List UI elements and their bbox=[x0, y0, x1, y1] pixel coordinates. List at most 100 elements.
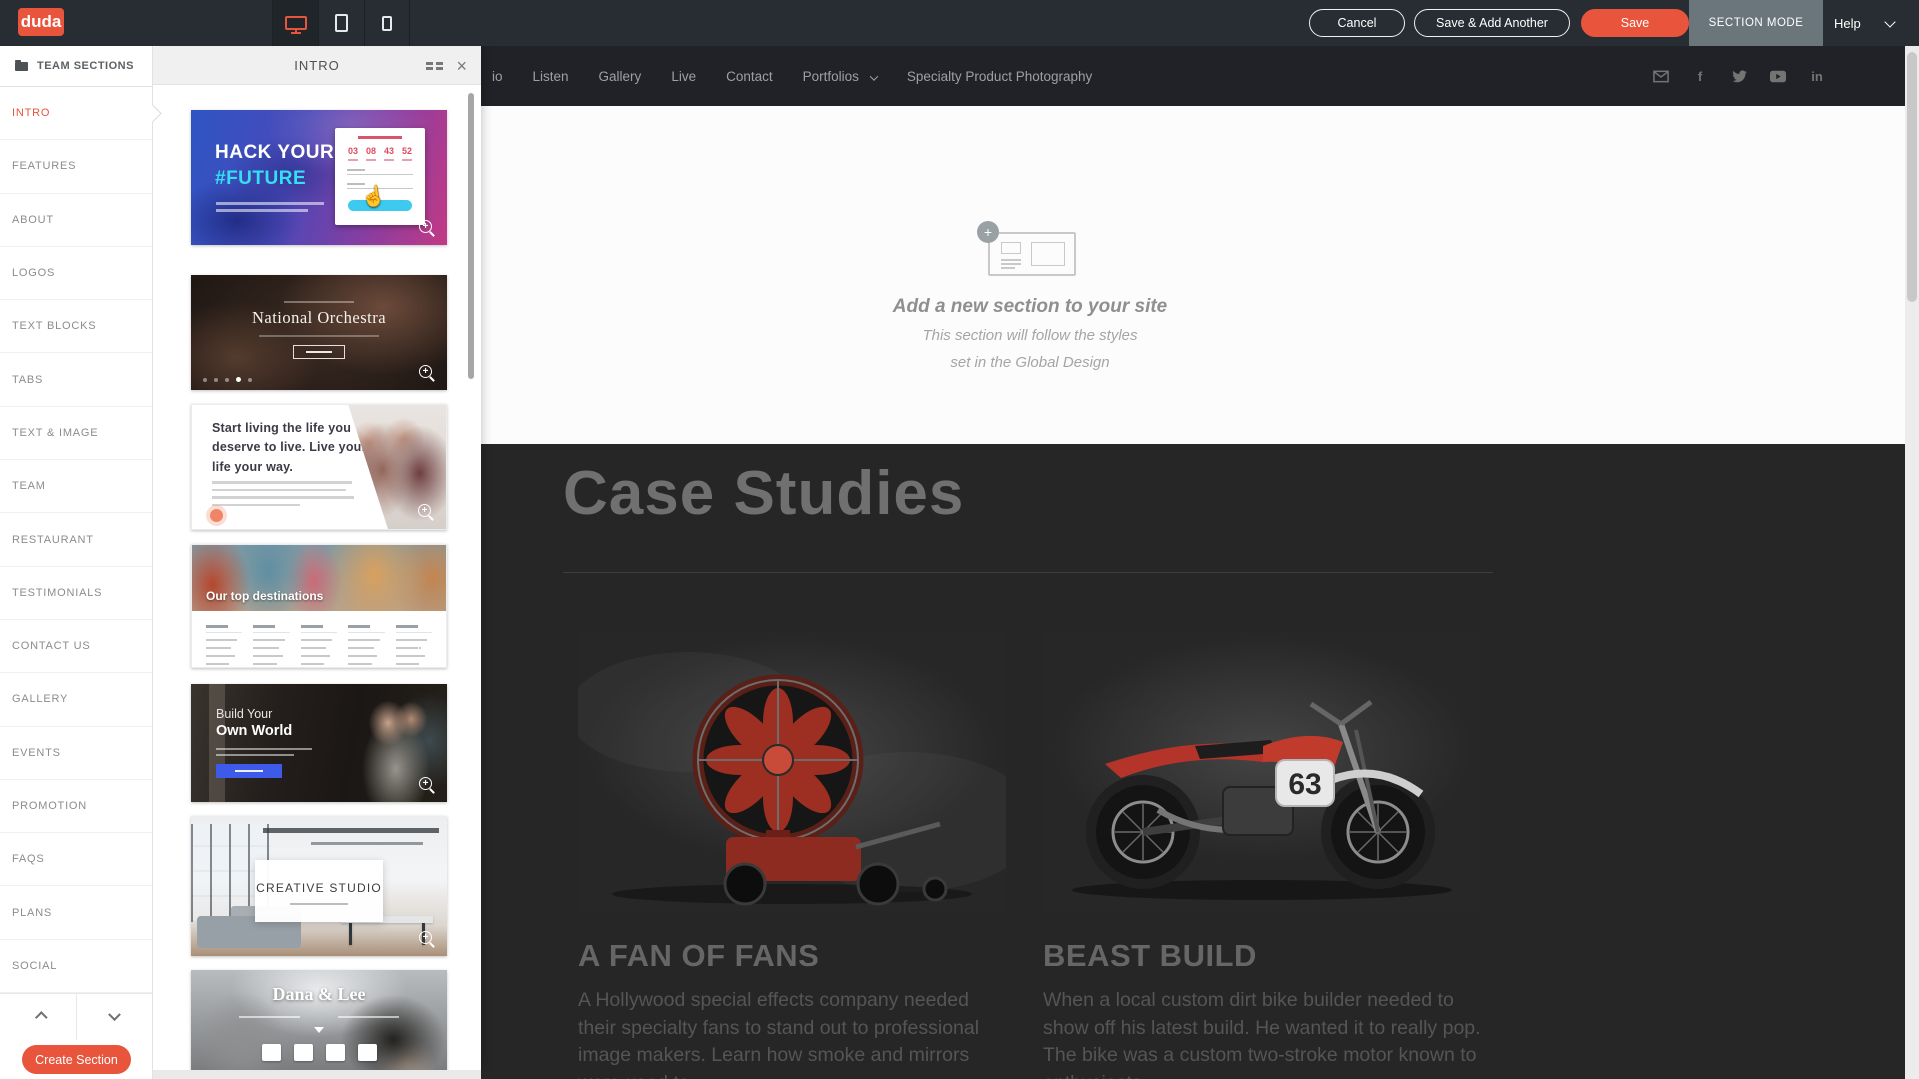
panel-scrollbar[interactable] bbox=[468, 93, 474, 379]
thumb-countdown-card: 03 08 43 52 bbox=[335, 128, 425, 225]
case-studies-heading: Case Studies bbox=[563, 460, 964, 528]
fan-photo bbox=[578, 632, 1006, 911]
section-thumb-national-orchestra[interactable]: National Orchestra + bbox=[191, 275, 447, 390]
tablet-view-button[interactable] bbox=[318, 0, 364, 46]
sidebar-item-tabs[interactable]: TABS bbox=[0, 353, 152, 406]
thumb-title: Build Your bbox=[216, 707, 272, 721]
sidebar-item-contact-us[interactable]: CONTACT US bbox=[0, 620, 152, 673]
thumb-round-button bbox=[210, 509, 223, 522]
panel-footer-strip bbox=[153, 1070, 481, 1079]
zoom-in-icon[interactable]: + bbox=[419, 931, 435, 947]
window-scrollbar[interactable] bbox=[1905, 46, 1919, 1079]
site-nav-item[interactable]: Specialty Product Photography bbox=[907, 69, 1092, 84]
section-thumb-start-living[interactable]: Start living the life you deserve to liv… bbox=[191, 404, 447, 530]
site-nav-item[interactable]: Listen bbox=[533, 69, 569, 84]
thumb-text-lines bbox=[216, 202, 324, 216]
zoom-in-icon[interactable]: + bbox=[419, 220, 435, 236]
section-thumb-top-destinations[interactable]: Our top destinations + bbox=[191, 544, 447, 668]
site-nav-item[interactable]: io bbox=[492, 69, 503, 84]
thumb-outline-button bbox=[293, 345, 345, 359]
section-picker-panel: INTRO × HACK YOUR #FUTURE 03 08 43 52 bbox=[153, 47, 481, 1070]
section-thumb-hack-your-future[interactable]: HACK YOUR #FUTURE 03 08 43 52 ☝ + bbox=[191, 110, 447, 245]
create-section-button[interactable]: Create Section bbox=[22, 1045, 131, 1074]
zoom-in-icon[interactable]: + bbox=[418, 642, 434, 658]
editor-topbar: duda Cancel Save & Add Another Save SECT… bbox=[0, 0, 1919, 46]
plus-icon: + bbox=[977, 221, 999, 243]
sidebar-item-testimonials[interactable]: TESTIMONIALS bbox=[0, 567, 152, 620]
add-section-dropzone[interactable]: + Add a new section to your site This se… bbox=[481, 106, 1905, 444]
sidebar-item-events[interactable]: EVENTS bbox=[0, 727, 152, 780]
sidebar-item-promotion[interactable]: PROMOTION bbox=[0, 780, 152, 833]
zoom-in-icon[interactable]: + bbox=[418, 504, 434, 520]
zoom-in-icon[interactable]: + bbox=[419, 777, 435, 793]
thumb-text-lines bbox=[216, 748, 312, 760]
thumb-title: HACK YOUR bbox=[215, 142, 334, 164]
chevron-down-icon bbox=[314, 1027, 324, 1033]
thumb-table bbox=[206, 625, 432, 665]
sidebar-item-faqs[interactable]: FAQS bbox=[0, 833, 152, 886]
thumb-text-lines bbox=[212, 481, 354, 511]
sidebar-item-intro[interactable]: INTRO bbox=[0, 87, 152, 140]
close-icon[interactable]: × bbox=[456, 54, 468, 78]
sidebar-item-restaurant[interactable]: RESTAURANT bbox=[0, 513, 152, 566]
thumb-cta-button bbox=[216, 764, 282, 778]
section-thumb-dana-and-lee[interactable]: Dana & Lee bbox=[191, 970, 447, 1070]
site-nav-item[interactable]: Gallery bbox=[599, 69, 642, 84]
linkedin-icon[interactable]: in bbox=[1809, 68, 1825, 84]
save-add-another-button[interactable]: Save & Add Another bbox=[1414, 9, 1570, 37]
scroll-down-button[interactable] bbox=[76, 994, 152, 1040]
device-switcher bbox=[272, 0, 410, 46]
tablet-icon bbox=[335, 14, 348, 32]
thumb-title: CREATIVE STUDIO bbox=[255, 881, 383, 895]
add-section-subtitle: set in the Global Design bbox=[880, 354, 1180, 372]
cancel-button[interactable]: Cancel bbox=[1309, 9, 1405, 37]
sidebar-item-text-image[interactable]: TEXT & IMAGE bbox=[0, 407, 152, 460]
sidebar-item-text-blocks[interactable]: TEXT BLOCKS bbox=[0, 300, 152, 353]
hand-cursor-icon: ☝ bbox=[359, 182, 387, 210]
window-scrollbar-thumb[interactable] bbox=[1907, 52, 1917, 302]
sidebar-items: INTRO FEATURES ABOUT LOGOS TEXT BLOCKS T… bbox=[0, 87, 152, 993]
sidebar-header: TEAM SECTIONS bbox=[0, 46, 152, 87]
sidebar-header-label: TEAM SECTIONS bbox=[37, 60, 134, 72]
case-study-title: A FAN OF FANS bbox=[578, 938, 1006, 974]
dirt-bike-photo: 63 bbox=[1043, 632, 1481, 911]
sidebar-item-gallery[interactable]: GALLERY bbox=[0, 673, 152, 726]
twitter-icon[interactable] bbox=[1731, 68, 1747, 84]
thumb-countdown-boxes bbox=[191, 1044, 447, 1061]
youtube-icon[interactable] bbox=[1770, 68, 1786, 84]
sidebar-item-about[interactable]: ABOUT bbox=[0, 194, 152, 247]
duda-logo[interactable]: duda bbox=[18, 8, 64, 36]
case-study-card-bike: 63 BEAST BUILD When a local custom dirt … bbox=[1043, 632, 1481, 1079]
facebook-icon[interactable]: f bbox=[1692, 68, 1708, 84]
mobile-view-button[interactable] bbox=[364, 0, 410, 46]
save-button[interactable]: Save bbox=[1581, 9, 1689, 37]
site-preview: io Listen Gallery Live Contact Portfolio… bbox=[481, 46, 1905, 1079]
chevron-down-icon bbox=[870, 72, 878, 80]
case-study-title: BEAST BUILD bbox=[1043, 938, 1481, 974]
sidebar-item-logos[interactable]: LOGOS bbox=[0, 247, 152, 300]
grid-view-icon[interactable] bbox=[426, 62, 443, 70]
site-nav-item-portfolios[interactable]: Portfolios bbox=[803, 69, 877, 84]
sidebar-item-social[interactable]: SOCIAL bbox=[0, 940, 152, 993]
help-menu[interactable]: Help bbox=[1834, 0, 1861, 46]
site-nav-item[interactable]: Contact bbox=[726, 69, 773, 84]
zoom-in-icon[interactable]: + bbox=[419, 365, 435, 381]
case-study-card-fan: A FAN OF FANS A Hollywood special effect… bbox=[578, 632, 1006, 1079]
thumb-title: Start living the life you deserve to liv… bbox=[212, 419, 377, 477]
sidebar-item-features[interactable]: FEATURES bbox=[0, 140, 152, 193]
case-study-body: When a local custom dirt bike builder ne… bbox=[1043, 987, 1481, 1079]
sidebar-item-team[interactable]: TEAM bbox=[0, 460, 152, 513]
section-thumb-build-your-own-world[interactable]: Build Your Own World + bbox=[191, 684, 447, 802]
section-thumb-creative-studio[interactable]: CREATIVE STUDIO + bbox=[191, 816, 447, 956]
desktop-view-button[interactable] bbox=[272, 0, 318, 46]
site-nav-item[interactable]: Live bbox=[671, 69, 696, 84]
sidebar-item-plans[interactable]: PLANS bbox=[0, 886, 152, 939]
chevron-down-icon[interactable] bbox=[1884, 16, 1895, 27]
case-studies-section: Case Studies bbox=[481, 444, 1905, 1079]
bike-number: 63 bbox=[1288, 768, 1321, 801]
scroll-up-button[interactable] bbox=[0, 994, 76, 1040]
duda-editor: io Listen Gallery Live Contact Portfolio… bbox=[0, 0, 1919, 1079]
carousel-dots bbox=[203, 377, 252, 382]
case-study-cards: A FAN OF FANS A Hollywood special effect… bbox=[578, 632, 1481, 1079]
email-icon[interactable] bbox=[1653, 68, 1669, 84]
